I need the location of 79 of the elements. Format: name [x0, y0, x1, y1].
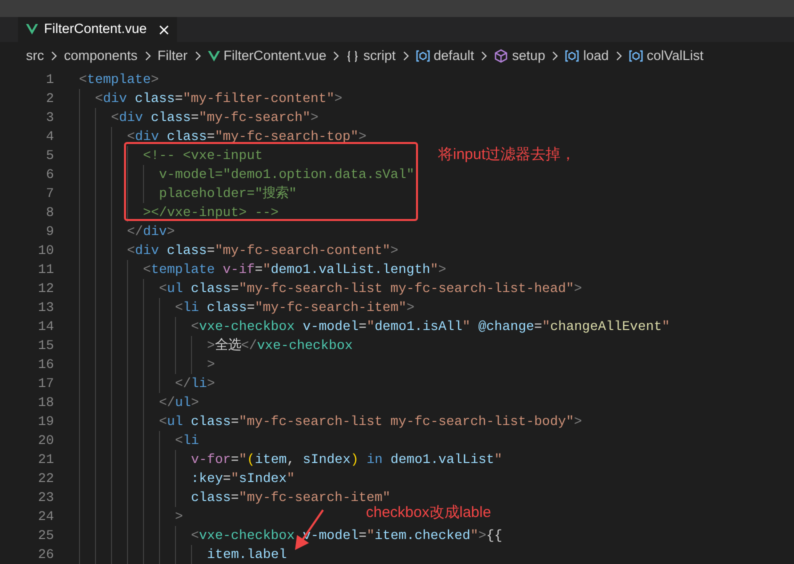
- braces-icon: [346, 50, 360, 62]
- code-line: <ul class="my-fc-search-list my-fc-search-list-body">: [159, 412, 582, 431]
- field-icon: [416, 50, 430, 62]
- cube-icon: [494, 49, 508, 63]
- field-icon: [628, 50, 643, 62]
- line-number: 23: [37, 488, 54, 507]
- annotation-text: 将input过滤器去掉，: [438, 145, 576, 165]
- vue-logo-icon: [26, 24, 38, 35]
- chevron-icon: [616, 51, 622, 61]
- line-number: 19: [37, 412, 54, 431]
- code-line: <template>: [79, 70, 159, 89]
- chevron-icon: [402, 51, 409, 61]
- code-line: <vxe-checkbox v-model="demo1.isAll" @change="changeAllEvent": [191, 318, 670, 336]
- chevron-icon: [481, 51, 488, 61]
- breadcrumb-item[interactable]: Filter: [158, 46, 188, 66]
- chevron-icon: [194, 51, 201, 61]
- line-number: 18: [37, 394, 54, 412]
- code-line: <template v-if="demo1.valList.length">: [143, 260, 446, 279]
- code-line: item.label: [207, 546, 287, 564]
- line-number: 26: [37, 546, 54, 564]
- line-number: 22: [37, 470, 54, 488]
- code-line: >全选</vxe-checkbox: [207, 336, 353, 355]
- code-line: class="my-fc-search-item": [191, 488, 390, 506]
- chevron-icon: [552, 51, 558, 61]
- line-number: 4: [45, 128, 54, 146]
- code-line: ></vxe-input> -->: [143, 204, 279, 222]
- annotation-text: checkbox改成lable: [366, 504, 492, 523]
- editor-tab[interactable]: FilterContent.vue: [18, 17, 177, 42]
- line-number: 25: [37, 526, 54, 545]
- code-line: </ul>: [159, 394, 199, 412]
- breadcrumb-item[interactable]: script: [363, 46, 396, 66]
- line-number: 3: [45, 108, 54, 127]
- breadcrumb-item[interactable]: components: [64, 46, 138, 66]
- breadcrumb-item[interactable]: default: [434, 46, 474, 66]
- code-line: <li: [175, 432, 199, 450]
- code-line: <!-- <vxe-input: [143, 146, 263, 165]
- line-number: 1: [45, 70, 54, 89]
- line-number: 24: [37, 508, 54, 526]
- line-number: 14: [37, 318, 54, 336]
- breadcrumb-item[interactable]: src: [26, 46, 44, 66]
- breadcrumb-item[interactable]: colValList: [646, 46, 704, 66]
- vue-logo-icon: [208, 50, 220, 62]
- breadcrumb-item[interactable]: load: [583, 46, 609, 66]
- line-number: 6: [45, 166, 54, 184]
- line-number: 12: [37, 280, 54, 298]
- code-line: <div class="my-fc-search">: [111, 108, 319, 127]
- line-number: 17: [37, 374, 54, 393]
- code-line: :key="sIndex": [191, 470, 295, 488]
- line-number: 5: [45, 146, 54, 165]
- line-number: 2: [45, 90, 54, 108]
- code-line: placeholder="搜索": [159, 184, 297, 203]
- code-line: <li class="my-fc-search-item">: [175, 298, 414, 317]
- chevron-icon: [51, 51, 57, 61]
- line-number: 15: [37, 336, 54, 355]
- breadcrumb-item[interactable]: setup: [512, 46, 546, 66]
- code-line: </li>: [175, 374, 215, 393]
- code-line: v-for="(item, sIndex) in demo1.valList": [191, 450, 502, 469]
- chevron-icon: [333, 51, 340, 61]
- line-number: 10: [37, 242, 54, 260]
- code-line: <ul class="my-fc-search-list my-fc-search-list-head">: [159, 280, 582, 298]
- line-number: 11: [37, 260, 54, 279]
- field-icon: [565, 50, 580, 62]
- line-number: 7: [45, 184, 54, 203]
- breadcrumb-item[interactable]: FilterContent.vue: [224, 46, 326, 66]
- code-line: <div class="my-filter-content">: [95, 90, 342, 108]
- line-number: 16: [37, 356, 54, 374]
- close-icon[interactable]: [158, 24, 169, 34]
- line-number: 13: [37, 298, 54, 317]
- code-line: <div class="my-fc-search-content">: [127, 242, 398, 260]
- line-number: 9: [45, 222, 54, 241]
- line-number: 21: [37, 450, 54, 469]
- code-line: </div>: [127, 222, 175, 241]
- code-line: v-model="demo1.option.data.sVal": [159, 166, 414, 184]
- line-number: 20: [37, 432, 54, 450]
- line-number: 8: [45, 204, 54, 222]
- code-line: <div class="my-fc-search-top">: [127, 128, 366, 146]
- code-line: >: [207, 356, 215, 374]
- code-line: >: [175, 508, 183, 526]
- chevron-icon: [144, 51, 151, 61]
